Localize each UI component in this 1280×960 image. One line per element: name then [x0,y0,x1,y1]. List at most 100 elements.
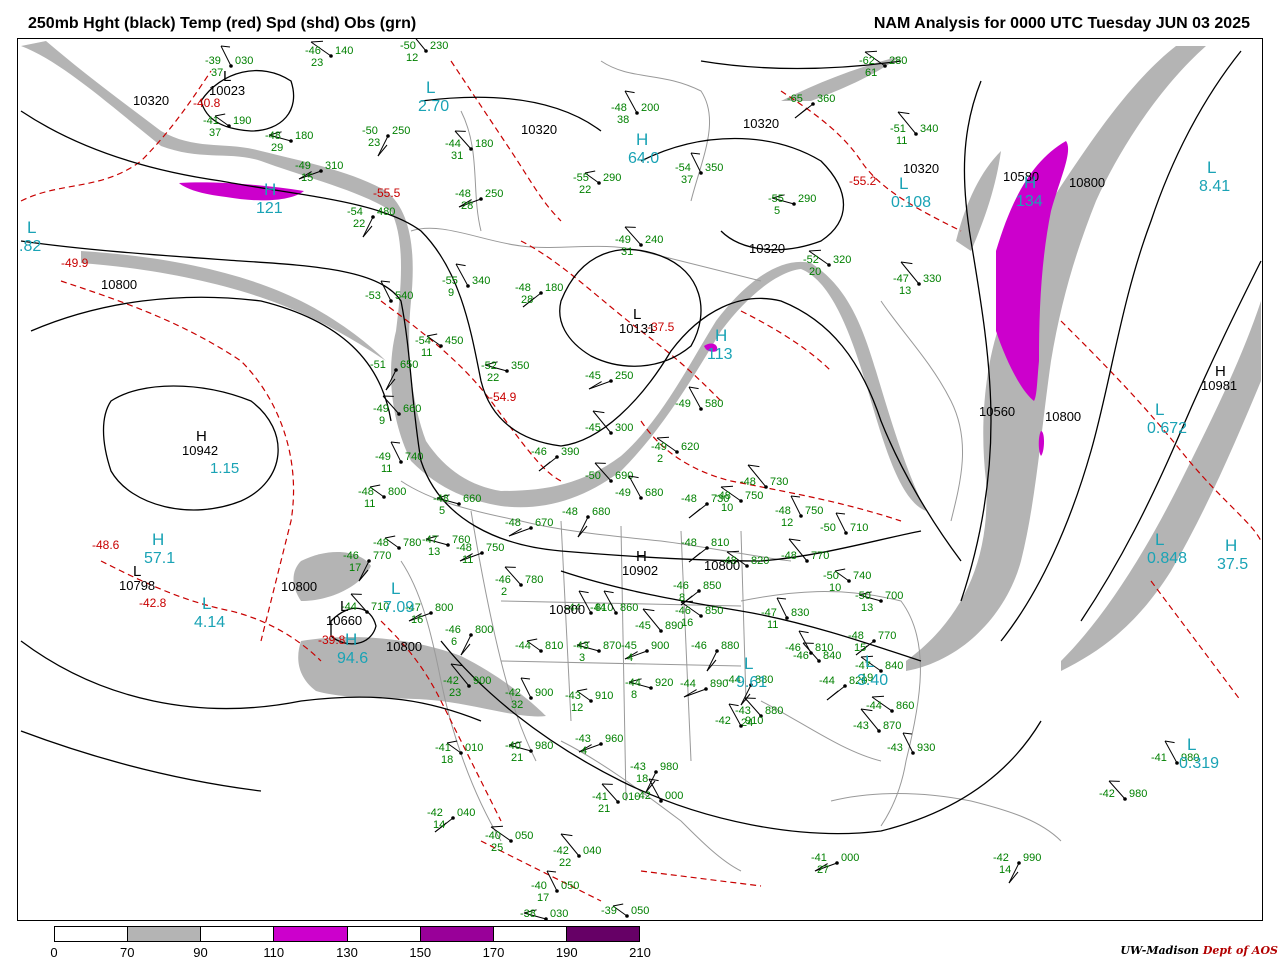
ob-height: 030 [550,908,568,920]
height-contour-label: 10800 [704,558,740,573]
ob-height: 980 [535,740,553,752]
ob-dewpoint: 37 [681,174,693,186]
speed-extremum-value: .82 [19,238,41,255]
ob-temp: -46 [531,446,547,458]
ob-height: 010 [465,742,483,754]
wind-barb-flag [790,495,801,498]
ob-temp: -40 [505,740,521,752]
ob-temp: -48 [373,537,389,549]
ob-temp: -47 [761,607,777,619]
ob-temp: -48 [681,493,697,505]
ob-temp: -46 [691,640,707,652]
ob-dewpoint: 13 [428,546,440,558]
ob-temp: -41 [203,115,219,127]
ob-temp: -48 [358,486,374,498]
station-ob: -50 700 13 [855,590,903,614]
ob-height: 040 [457,807,475,819]
colorbar-tick-label: 130 [336,945,358,960]
temperature-label: -49.9 [61,256,89,270]
ob-temp: -42 [635,790,651,802]
height-contour-label: 10800 [1045,409,1081,424]
speed-extremum-value: 4.14 [194,614,225,631]
border-line [830,793,1062,842]
ob-height: 740 [405,451,423,463]
colorbar-tick-label: 190 [555,945,578,960]
border-line [500,660,742,667]
ob-temp: -48 [505,517,521,529]
station-ob: -48 750 12 [775,495,823,529]
ob-height: 740 [853,570,871,582]
station-ob: -44 180 31 [445,130,493,162]
station-ob: -46 390 [531,446,579,472]
ob-dewpoint: 17 [537,892,549,904]
credit-label: UW-Madison Dept of AOS [1120,944,1278,957]
ob-dewpoint: 18 [441,754,453,766]
ob-dewpoint: 38 [617,114,629,126]
ob-temp: -42 [443,675,459,687]
station-ob: -45 250 [585,370,633,390]
ob-temp: -47 [422,534,438,546]
ob-height: 180 [475,138,493,150]
temperature-contour [20,70,212,202]
ob-height: 680 [592,506,610,518]
station-ob: -52 320 20 [803,249,851,278]
temperature-label: -55.5 [373,186,401,200]
ob-height: 860 [620,602,638,614]
station-ob: -51 340 11 [890,111,938,147]
ob-dewpoint: 28 [461,200,473,212]
ob-temp: -46 [785,642,801,654]
ob-height: 190 [233,115,251,127]
temperature-contour [60,280,295,642]
ob-height: 540 [395,290,413,302]
ob-temp: -49 [615,234,631,246]
ob-height: 250 [392,125,410,137]
ob-height: 670 [535,517,553,529]
ob-temp: -43 [887,742,903,754]
colorbar-tick-label: 150 [409,945,432,960]
ob-dewpoint: 21 [511,752,523,764]
speed-extremum-value: 2.70 [418,98,449,115]
ob-dewpoint: 13 [899,285,911,297]
ob-temp: -48 [515,282,531,294]
credit-dept: Dept of AOS [1202,944,1278,957]
speed-extremum-H: H [345,630,357,649]
height-contour [440,640,1042,835]
station-ob: -52 350 22 [481,360,529,384]
ob-dewpoint: 20 [809,266,821,278]
speed-extremum-value: 9.61 [736,674,767,691]
ob-height: 770 [373,550,391,562]
ob-height: 030 [235,55,253,67]
ob-temp: -51 [890,123,906,135]
ob-dewpoint: 61 [865,67,877,79]
wind-barb [790,495,802,517]
ob-temp: -44 [445,138,461,150]
wind-barb-flag [826,690,839,701]
height-contour-label: 10320 [133,93,169,108]
ob-dewpoint: 2 [657,453,663,465]
ob-height: 700 [885,590,903,602]
height-contour-label: 10800 [281,579,317,594]
wind-barb-flag [1164,740,1175,744]
station-ob: -42 040 14 [427,807,475,833]
ob-height: 200 [641,102,659,114]
temperature-label: -40.8 [193,96,221,110]
colorbar-tick-label: 0 [50,945,58,960]
station-ob: -43 870 3 [573,640,621,664]
ob-height: 900 [535,687,553,699]
ob-temp: -46 [445,624,461,636]
ob-height: 050 [515,830,533,842]
ob-height: 140 [335,45,353,57]
temperature-contour [640,420,902,522]
wind-barb-flag [220,45,231,48]
ob-temp: -40 [485,830,501,842]
speed-extremum-L: L [1155,400,1164,419]
height-center-speed: 1.15 [210,460,239,477]
wind-barb-flag [871,695,885,698]
colorbar-bin-130-150 [346,927,420,941]
wind-barb-flag [794,108,807,119]
wind-barb-flag [835,512,846,515]
ob-temp: -46 [673,580,689,592]
speed-extremum-value: 121 [256,200,283,217]
credit-org: UW-Madison [1120,944,1200,957]
station-ob: -49 240 31 [615,226,663,258]
